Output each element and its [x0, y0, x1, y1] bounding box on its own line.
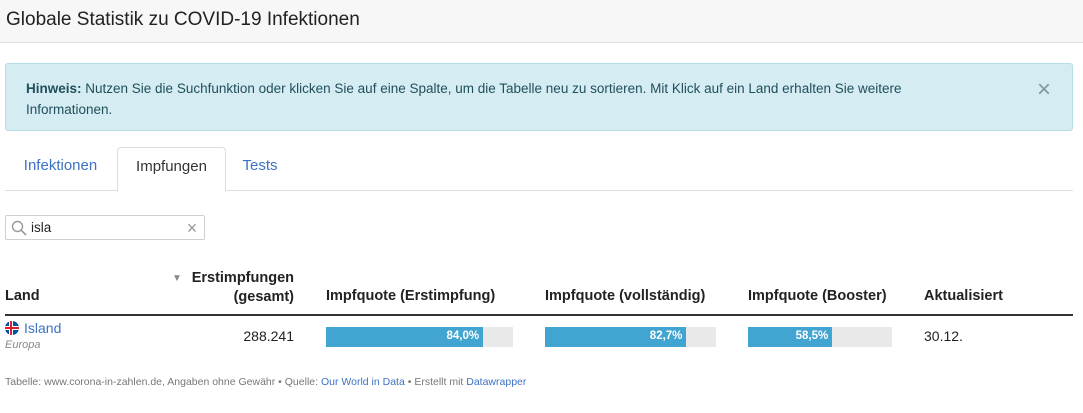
country-link[interactable]: Island — [24, 320, 61, 336]
tab-bar: Infektionen Impfungen Tests — [5, 147, 1073, 192]
iceland-flag-icon — [5, 321, 19, 335]
tab-infektionen[interactable]: Infektionen — [5, 147, 116, 191]
notice-body: Nutzen Sie die Suchfunktion oder klicken… — [26, 81, 902, 117]
impfquote-erstimpfung-label: 84,0% — [446, 330, 480, 342]
column-header-land[interactable]: Land — [5, 288, 40, 304]
impfquote-vollstaendig-label: 82,7% — [649, 330, 683, 342]
column-header-impfquote-erstimpfung[interactable]: Impfquote (Erstimpfung) — [326, 288, 495, 304]
close-icon[interactable]: × — [1034, 78, 1054, 102]
search-icon — [11, 220, 27, 236]
column-header-aktualisiert[interactable]: Aktualisiert — [924, 288, 1003, 304]
header-divider — [5, 314, 1073, 316]
column-header-impfquote-booster[interactable]: Impfquote (Booster) — [748, 288, 887, 304]
notice-box: Hinweis: Nutzen Sie die Suchfunktion ode… — [5, 63, 1073, 131]
notice-text: Hinweis: Nutzen Sie die Suchfunktion ode… — [26, 78, 986, 120]
column-header-erstimpfungen[interactable]: Erstimpfungen (gesamt) — [180, 269, 294, 307]
updated-date: 30.12. — [924, 328, 963, 344]
tab-impfungen[interactable]: Impfungen — [117, 147, 226, 192]
footer-prefix: Tabelle: www.corona-in-zahlen.de, Angabe… — [5, 376, 321, 388]
impfquote-vollstaendig-bar: 82,7% — [545, 327, 716, 347]
impfquote-booster-label: 58,5% — [795, 330, 829, 342]
column-header-erstimpfungen-line1: Erstimpfungen — [191, 270, 294, 286]
column-header-impfquote-vollstaendig[interactable]: Impfquote (vollständig) — [545, 288, 705, 304]
footer-middle: • Erstellt mit — [404, 376, 467, 388]
source-link[interactable]: Our World in Data — [321, 376, 405, 388]
footer-credits: Tabelle: www.corona-in-zahlen.de, Angabe… — [5, 376, 526, 388]
search-input[interactable] — [31, 218, 181, 237]
tab-tests[interactable]: Tests — [227, 147, 293, 191]
search-box: × — [5, 215, 205, 240]
country-region: Europa — [5, 339, 41, 351]
column-header-erstimpfungen-line2: (gesamt) — [233, 289, 294, 305]
notice-label: Hinweis: — [26, 81, 82, 96]
impfquote-booster-bar: 58,5% — [748, 327, 892, 347]
datawrapper-link[interactable]: Datawrapper — [466, 376, 526, 388]
table-row[interactable]: Island Europa 288.241 84,0% 82,7% 58,5% … — [5, 317, 1073, 359]
page-header: Globale Statistik zu COVID-19 Infektione… — [0, 0, 1083, 43]
erstimpfungen-value: 288.241 — [243, 328, 294, 344]
clear-search-icon[interactable]: × — [184, 219, 200, 237]
page-title: Globale Statistik zu COVID-19 Infektione… — [6, 9, 360, 30]
impfquote-erstimpfung-bar: 84,0% — [326, 327, 513, 347]
